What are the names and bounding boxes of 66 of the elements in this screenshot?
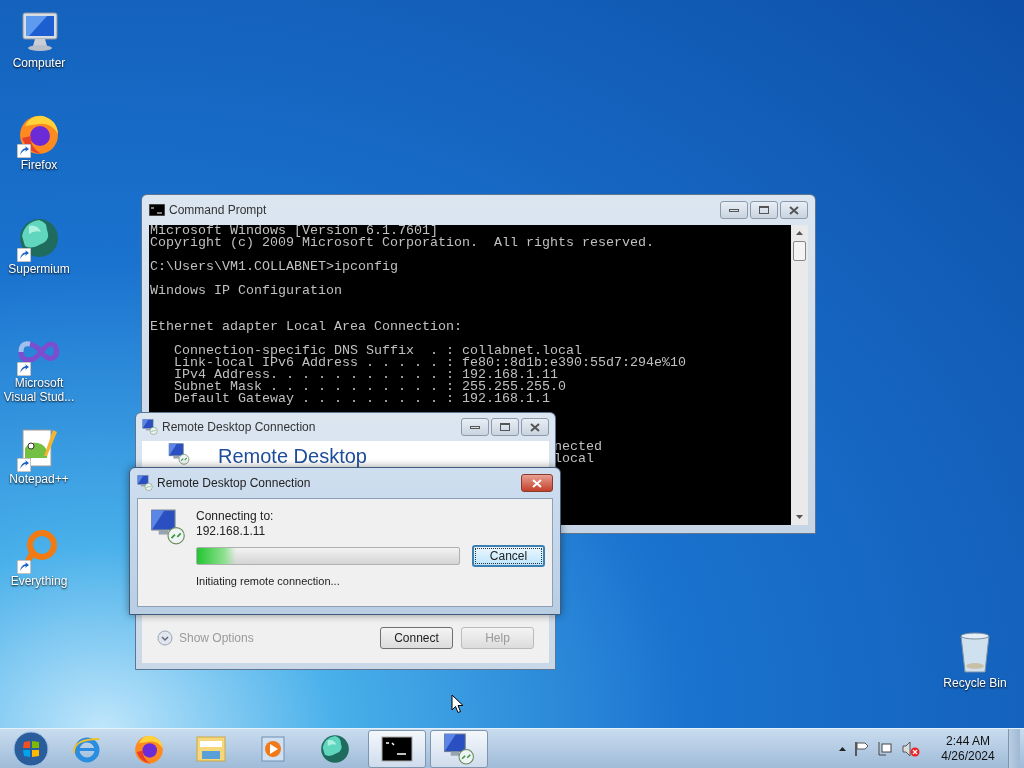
chevron-down-icon bbox=[157, 630, 173, 646]
clock-date[interactable]: 4/26/2024 bbox=[941, 748, 995, 764]
flag-icon bbox=[854, 740, 870, 757]
mouse-pointer-icon bbox=[451, 694, 464, 714]
scrollbar[interactable] bbox=[791, 225, 808, 525]
show-hidden-icons-icon bbox=[839, 746, 846, 751]
close-button[interactable] bbox=[521, 418, 549, 436]
close-button[interactable] bbox=[780, 201, 808, 219]
console-line: Windows IP Configuration bbox=[150, 285, 342, 297]
show-desktop-button[interactable] bbox=[1008, 728, 1020, 768]
close-icon bbox=[530, 422, 540, 432]
console-icon bbox=[381, 735, 413, 762]
window-title: Remote Desktop Connection bbox=[157, 475, 311, 492]
dialog-button[interactable]: Connect bbox=[380, 627, 453, 649]
desktop-icon-label[interactable]: Notepad++ bbox=[9, 472, 69, 486]
clock-time[interactable]: 2:44 AM bbox=[946, 733, 990, 749]
network-icon bbox=[878, 740, 894, 757]
minimize-button[interactable] bbox=[461, 418, 489, 436]
console-line: Link-local IPv6 Address . . . . . : fe80::8d1b:e390:55d7:294e%10 bbox=[174, 357, 686, 369]
taskbar-button[interactable] bbox=[368, 729, 426, 768]
remote-monitor-icon bbox=[137, 475, 153, 491]
desktop-icon-label[interactable]: Firefox bbox=[20, 158, 58, 172]
remote-monitor-icon bbox=[168, 443, 190, 465]
console-line: IPv4 Address. . . . . . . . . . . : 192.168.1.11 bbox=[174, 369, 558, 381]
taskbar-button[interactable] bbox=[430, 729, 488, 768]
globe-swirl-icon bbox=[319, 732, 351, 765]
scroll-thumb[interactable] bbox=[793, 241, 806, 261]
console-line: C:\Users\VM1.COLLABNET>ipconfig bbox=[150, 261, 398, 273]
desktop-icon-label[interactable]: Computer bbox=[12, 56, 66, 70]
dialog-heading: Remote Desktop bbox=[218, 444, 367, 467]
close-icon bbox=[532, 478, 542, 488]
console-line: Copyright (c) 2009 Microsoft Corporation. All rights reserved. bbox=[150, 237, 654, 249]
window-title: Command Prompt bbox=[169, 202, 267, 219]
window-title: Remote Desktop Connection bbox=[162, 419, 316, 436]
start-orb-icon bbox=[13, 730, 49, 767]
console-line: local bbox=[554, 453, 594, 465]
console-line: Subnet Mask . . . . . . . . . . . : 255.255.255.0 bbox=[174, 381, 566, 393]
shortcut-arrow-icon bbox=[17, 248, 31, 262]
shortcut-arrow-icon bbox=[17, 144, 31, 158]
address-text: 192.168.1.11 bbox=[196, 524, 267, 539]
console-line: Connection-specific DNS Suffix . : collabnet.local bbox=[174, 345, 582, 357]
console-line: Ethernet adapter Local Area Connection: bbox=[150, 321, 462, 333]
remote-monitor-icon bbox=[443, 732, 475, 765]
desktop-icon-label[interactable]: Recycle Bin bbox=[943, 676, 1007, 690]
console-icon bbox=[149, 204, 165, 216]
shortcut-arrow-icon bbox=[17, 560, 31, 574]
cancel-button[interactable]: Cancel bbox=[472, 545, 545, 567]
desktop-icon-label[interactable]: Microsoft Visual Stud... bbox=[0, 376, 78, 404]
scroll-up-icon bbox=[796, 231, 803, 235]
shortcut-arrow-icon bbox=[17, 458, 31, 472]
globe-swirl-icon bbox=[17, 216, 61, 260]
remote-monitor-icon bbox=[142, 419, 158, 435]
remote-monitor-icon bbox=[150, 509, 186, 545]
maximize-button[interactable] bbox=[750, 201, 778, 219]
close-icon bbox=[789, 205, 799, 215]
maximize-button[interactable] bbox=[491, 418, 519, 436]
muted-speaker-icon bbox=[902, 740, 920, 757]
console-line: Microsoft Windows [Version 6.1.7601] bbox=[150, 225, 438, 237]
connecting-label: Connecting to: bbox=[196, 509, 275, 524]
close-button[interactable] bbox=[521, 474, 553, 492]
shortcut-arrow-icon bbox=[17, 362, 31, 376]
scroll-down-icon bbox=[796, 515, 803, 519]
status-text: Initiating remote connection... bbox=[196, 574, 341, 589]
console-line: Default Gateway . . . . . . . . . : 192.168.1.1 bbox=[174, 393, 550, 405]
desktop-icon-label[interactable]: Supermium bbox=[8, 262, 70, 276]
minimize-button[interactable] bbox=[720, 201, 748, 219]
